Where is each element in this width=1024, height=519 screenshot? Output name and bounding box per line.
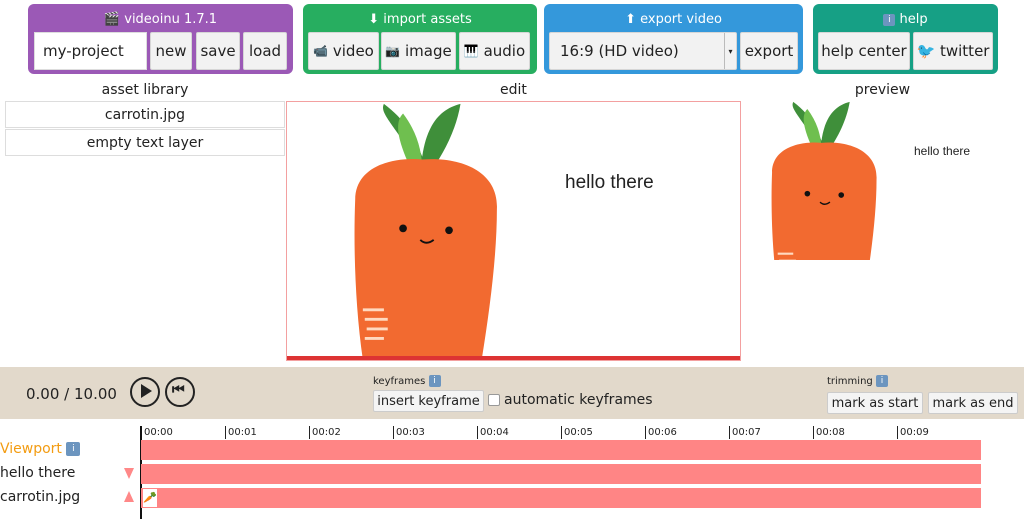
timeline-tick: 00:06 xyxy=(645,426,677,439)
info-icon[interactable]: i xyxy=(66,442,81,456)
clapper-icon: 🎬 xyxy=(103,12,121,27)
app-title: videoinu 1.7.1 xyxy=(124,12,218,27)
import-audio-button[interactable]: 🎹 audio xyxy=(459,32,530,70)
asset-item[interactable]: empty text layer xyxy=(5,129,285,156)
asset-item[interactable]: carrotin.jpg xyxy=(5,101,285,128)
timeline-tick: 00:08 xyxy=(813,426,845,439)
project-name-input[interactable]: my-project xyxy=(34,32,147,70)
timeline-tick: 00:04 xyxy=(477,426,509,439)
carrot-image-layer[interactable] xyxy=(322,102,532,361)
rewind-button[interactable]: ⏮ xyxy=(165,377,195,407)
info-icon[interactable]: i xyxy=(875,375,888,387)
timeline-tick: 00:05 xyxy=(561,426,593,439)
asset-library-heading: asset library xyxy=(101,82,189,98)
upload-arrow-icon: ⬆ xyxy=(625,12,636,27)
mark-as-end-button[interactable]: mark as end xyxy=(928,392,1018,414)
new-button[interactable]: new xyxy=(150,32,192,70)
track-viewport[interactable] xyxy=(141,440,981,460)
import-video-button[interactable]: 📹 video xyxy=(308,32,379,70)
track-carrotin[interactable]: 🥕 xyxy=(141,488,981,508)
timeline-tick: 00:09 xyxy=(897,426,929,439)
download-arrow-icon: ⬇ xyxy=(368,12,380,27)
export-button[interactable]: export xyxy=(740,32,798,70)
timeline-tick: 00:03 xyxy=(393,426,425,439)
import-image-button[interactable]: 📷 image xyxy=(381,32,456,70)
export-panel: ⬆ export video 16:9 (HD video) ▾ export xyxy=(544,4,803,74)
preview-heading: preview xyxy=(854,82,911,98)
canvas-bottom-edge xyxy=(287,356,740,360)
import-panel: ⬇ import assets 📹 video 📷 image 🎹 audio xyxy=(303,4,537,74)
time-display: 0.00 / 10.00 xyxy=(26,385,117,403)
help-panel: i help help center 🐦 twitter xyxy=(813,4,998,74)
dropdown-arrow-icon: ▾ xyxy=(724,33,736,69)
project-panel: 🎬 videoinu 1.7.1 my-project new save loa… xyxy=(28,4,293,74)
play-icon xyxy=(141,384,152,398)
info-icon: i xyxy=(883,13,896,26)
timeline-tick: 00:00 xyxy=(141,426,173,439)
track-label-image[interactable]: carrotin.jpg xyxy=(0,489,80,505)
piano-icon: 🎹 xyxy=(463,44,479,58)
keyframes-label: keyframes i xyxy=(373,375,441,387)
auto-keyframes-checkbox[interactable] xyxy=(488,394,500,406)
track-hello-there[interactable] xyxy=(141,464,981,484)
play-button[interactable] xyxy=(130,377,160,407)
move-down-icon[interactable] xyxy=(124,468,134,479)
move-up-icon[interactable] xyxy=(124,491,134,502)
track-label-viewport[interactable]: Viewport i xyxy=(0,441,81,457)
import-title: import assets xyxy=(383,12,472,27)
timeline-tick: 00:07 xyxy=(729,426,761,439)
info-icon[interactable]: i xyxy=(428,375,441,387)
save-button[interactable]: save xyxy=(196,32,240,70)
track-label-text[interactable]: hello there xyxy=(0,465,75,481)
timeline-tick: 00:01 xyxy=(225,426,257,439)
skip-back-icon: ⏮ xyxy=(172,382,185,398)
timeline-tick: 00:02 xyxy=(309,426,341,439)
help-center-button[interactable]: help center xyxy=(818,32,910,70)
preview-text: hello there xyxy=(914,144,971,158)
canvas-text-layer[interactable]: hello there xyxy=(565,172,654,194)
mark-as-start-button[interactable]: mark as start xyxy=(827,392,923,414)
preview-pane: hello there xyxy=(760,100,1020,260)
edit-canvas[interactable]: hello there xyxy=(286,101,741,361)
export-title: export video xyxy=(640,12,722,27)
insert-keyframe-button[interactable]: insert keyframe xyxy=(373,390,484,412)
auto-keyframes-toggle[interactable]: automatic keyframes xyxy=(488,392,653,408)
edit-heading: edit xyxy=(500,82,527,98)
video-camera-icon: 📹 xyxy=(313,44,329,58)
preview-carrot-image xyxy=(770,100,878,260)
twitter-button[interactable]: 🐦 twitter xyxy=(913,32,993,70)
camera-icon: 📷 xyxy=(385,44,401,58)
twitter-bird-icon: 🐦 xyxy=(916,42,936,60)
trimming-label: trimming i xyxy=(827,375,888,387)
load-button[interactable]: load xyxy=(243,32,287,70)
carrot-thumbnail-icon: 🥕 xyxy=(143,489,157,507)
help-title: help xyxy=(899,12,928,27)
format-select[interactable]: 16:9 (HD video) ▾ xyxy=(549,32,737,70)
